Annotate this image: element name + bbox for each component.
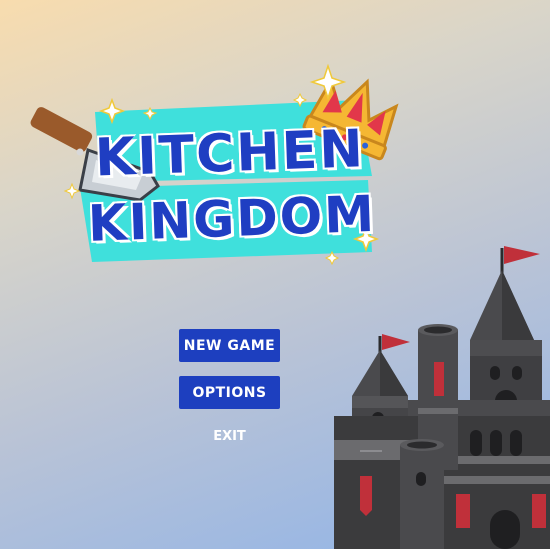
sparkle-icon (309, 63, 347, 101)
game-title-line-1: KITCHEN (94, 119, 366, 189)
castle-illustration (334, 246, 550, 549)
game-title-line-2: KINGDOM (87, 184, 377, 253)
sparkle-icon (63, 182, 81, 200)
options-button[interactable]: OPTIONS (179, 376, 280, 409)
new-game-button[interactable]: NEW GAME (179, 329, 280, 362)
exit-button[interactable]: EXIT (179, 429, 280, 447)
title-screen: KITCHEN KINGDOM NEW GAME OPTIONS EXIT (0, 0, 550, 549)
